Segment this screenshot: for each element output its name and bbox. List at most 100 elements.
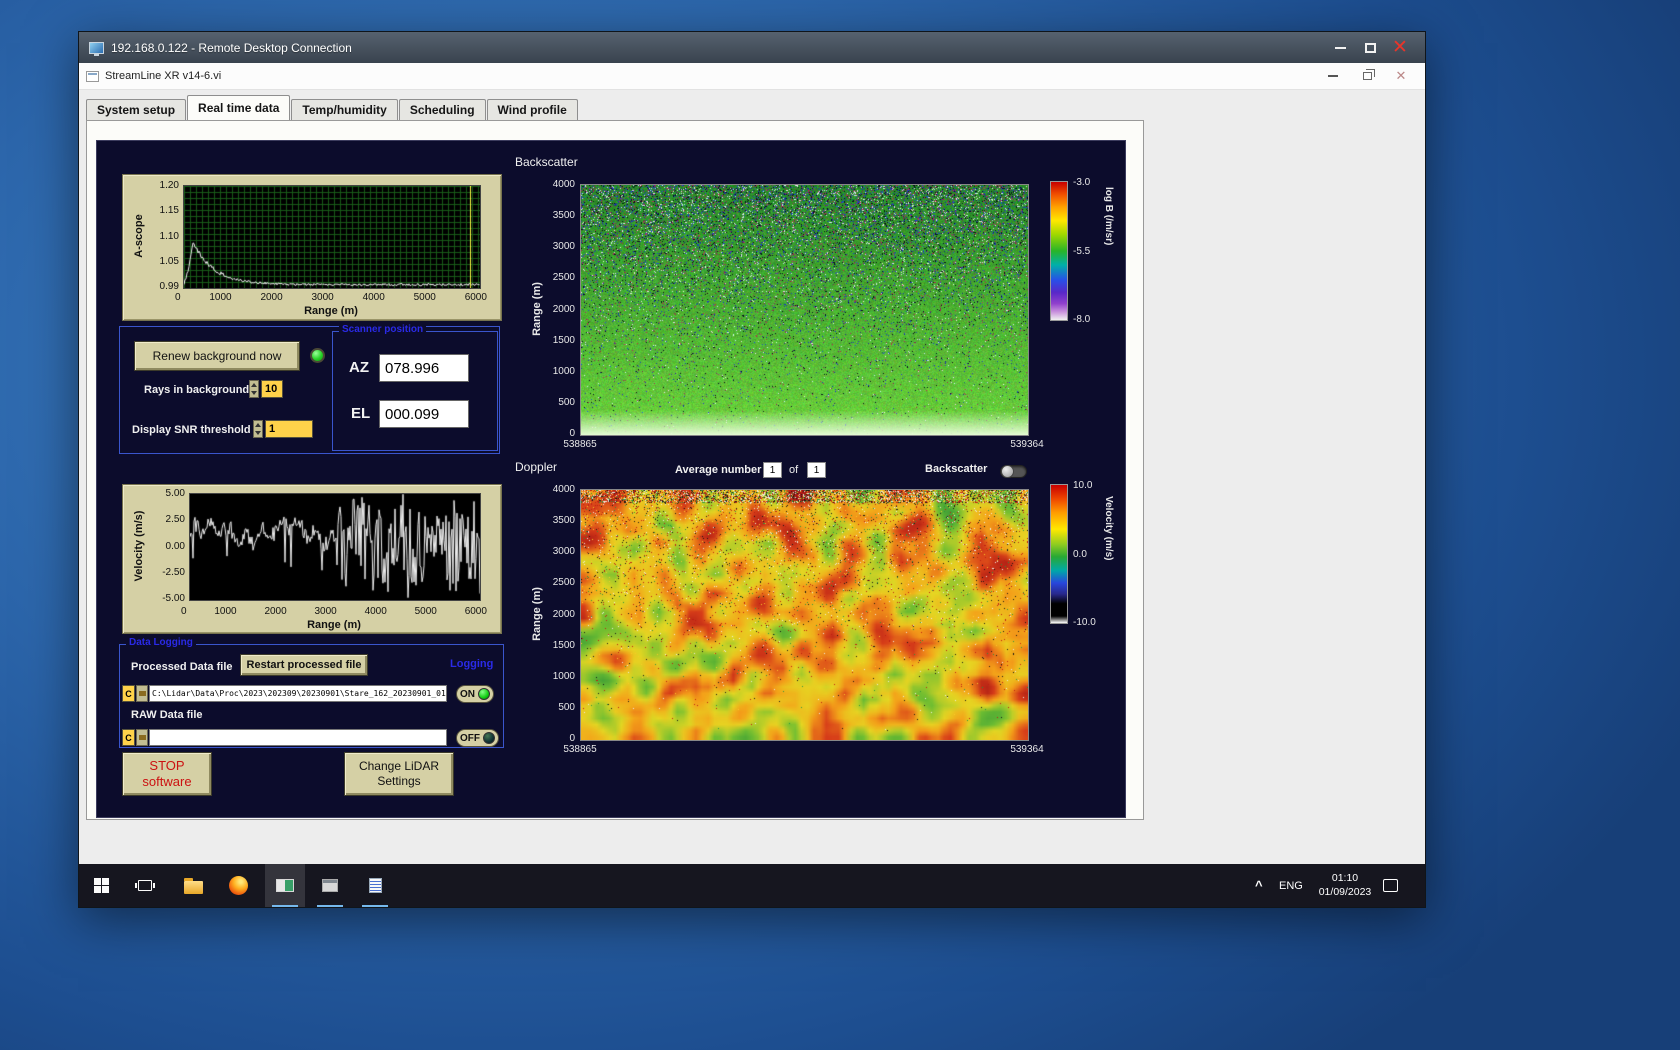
document-app-button[interactable] [355, 864, 395, 907]
clock-date: 01/09/2023 [1319, 886, 1372, 900]
tick-label: 2000 [553, 304, 575, 315]
average-of-label: of [789, 464, 798, 476]
doppler-backscatter-toggle-label: Backscatter [925, 463, 987, 475]
az-label: AZ [349, 359, 369, 376]
app-minimize-button[interactable] [1316, 63, 1350, 89]
processed-toggle-label: ON [460, 689, 475, 700]
hidden-icons-button[interactable] [1255, 864, 1263, 907]
rdp-title: 192.168.0.122 - Remote Desktop Connectio… [111, 41, 352, 55]
raw-logging-toggle[interactable]: OFF [456, 729, 499, 747]
rdp-minimize-button[interactable] [1325, 37, 1355, 59]
rays-in-background-label: Rays in background [144, 384, 249, 396]
change-lidar-settings-button[interactable]: Change LiDAR Settings [344, 752, 454, 796]
folder-icon [139, 735, 146, 740]
tick-label: 5000 [415, 606, 437, 617]
scan-scheduler-button[interactable] [310, 864, 350, 907]
tick-label: -3.0 [1073, 177, 1090, 188]
raw-path-field[interactable] [149, 729, 447, 746]
start-button[interactable] [81, 864, 121, 907]
tab-scheduling[interactable]: Scheduling [399, 99, 486, 120]
rdp-maximize-button[interactable] [1355, 37, 1385, 59]
restart-processed-file-button[interactable]: Restart processed file [240, 654, 368, 676]
tab-real-time-data[interactable]: Real time data [187, 95, 290, 120]
snr-spinner[interactable] [253, 420, 263, 438]
tick-label: 500 [558, 702, 575, 713]
az-value-field[interactable]: 078.996 [379, 354, 469, 382]
tick-label: 4000 [365, 606, 387, 617]
tick-label: 1.10 [160, 231, 179, 242]
switch-knob-icon [1001, 465, 1014, 478]
file-explorer-button[interactable] [173, 864, 213, 907]
backscatter-y-ticks: 40003500300025002000150010005000 [543, 179, 575, 439]
firefox-button[interactable] [218, 864, 258, 907]
doppler-x-end: 539364 [1010, 744, 1043, 755]
stop-software-button[interactable]: STOP software [122, 752, 212, 796]
velocity-y-axis-label: Velocity (m/s) [133, 511, 145, 582]
clock-time: 01:10 [1332, 872, 1358, 886]
tick-label: 0.0 [1073, 549, 1087, 560]
app-title: StreamLine XR v14-6.vi [105, 70, 221, 82]
tab-wind-profile[interactable]: Wind profile [487, 99, 578, 120]
el-value-field[interactable]: 000.099 [379, 400, 469, 428]
doppler-y-ticks: 40003500300025002000150010005000 [543, 484, 575, 744]
task-view-button[interactable] [125, 864, 165, 907]
snr-value-field[interactable]: 1 [265, 420, 313, 438]
stop-button-line1: STOP [149, 758, 184, 774]
task-view-icon [138, 880, 152, 891]
raw-drive-box[interactable]: C [122, 729, 135, 746]
processed-logging-toggle[interactable]: ON [456, 685, 494, 703]
tick-label: -8.0 [1073, 314, 1090, 325]
processed-path-field[interactable]: C:\Lidar\Data\Proc\2023\202309\20230901\… [149, 685, 447, 702]
tick-label: 1500 [553, 640, 575, 651]
backscatter-x-ticks: 538865 539364 [580, 439, 1027, 450]
tick-label: -2.50 [162, 567, 185, 578]
tab-system-setup[interactable]: System setup [86, 99, 186, 120]
desktop-background: 192.168.0.122 - Remote Desktop Connectio… [0, 0, 1680, 1050]
renew-background-button[interactable]: Renew background now [134, 341, 300, 371]
tick-label: 3000 [315, 606, 337, 617]
rdp-window-controls [1325, 37, 1415, 59]
logging-label: Logging [450, 658, 493, 670]
change-button-line2: Settings [377, 774, 420, 789]
tick-label: 4000 [363, 292, 385, 303]
raw-browse-button[interactable] [136, 729, 148, 746]
tick-label: 4000 [553, 179, 575, 190]
processed-browse-button[interactable] [136, 685, 148, 702]
raw-toggle-led [483, 732, 495, 744]
backscatter-x-start: 538865 [563, 439, 596, 450]
language-indicator[interactable]: ENG [1279, 864, 1303, 907]
backscatter-y-axis-label: Range (m) [531, 282, 543, 336]
action-center-icon[interactable] [1383, 879, 1398, 892]
snr-threshold-label: Display SNR threshold [132, 424, 251, 436]
average-number-field[interactable]: 1 [763, 462, 782, 478]
streamline-app-button[interactable] [265, 864, 305, 907]
app-close-button[interactable] [1384, 63, 1418, 89]
tick-label: 0 [175, 292, 181, 303]
tick-label: 4000 [553, 484, 575, 495]
tick-label: 2.50 [166, 514, 185, 525]
tick-label: 0 [569, 733, 575, 744]
processed-data-file-label: Processed Data file [131, 661, 233, 673]
app-titlebar[interactable]: StreamLine XR v14-6.vi [79, 63, 1425, 90]
processed-drive-box[interactable]: C [122, 685, 135, 702]
rdp-close-button[interactable] [1385, 37, 1415, 59]
velocity-y-ticks: 5.002.500.00-2.50-5.00 [153, 488, 185, 604]
rays-spinner[interactable] [249, 380, 259, 398]
taskbar-clock[interactable]: 01:10 01/09/2023 [1307, 864, 1383, 907]
minimize-icon [1335, 47, 1346, 49]
processed-toggle-led [478, 688, 490, 700]
ascope-x-ticks: 0100020003000400050006000 [175, 292, 487, 303]
app-window: StreamLine XR v14-6.vi System setup Real… [79, 63, 1425, 864]
average-total-field[interactable]: 1 [807, 462, 826, 478]
doppler-backscatter-switch[interactable] [1000, 465, 1027, 478]
rdp-titlebar[interactable]: 192.168.0.122 - Remote Desktop Connectio… [79, 32, 1425, 63]
app-window-icon [276, 879, 294, 892]
tick-label: 1000 [553, 366, 575, 377]
velocity-x-ticks: 0100020003000400050006000 [181, 606, 487, 617]
tick-label: 0.99 [160, 281, 179, 292]
real-time-data-page: A-scope 1.201.151.101.050.99 01000200030… [86, 120, 1144, 820]
tab-temp-humidity[interactable]: Temp/humidity [291, 99, 397, 120]
tick-label: 1.05 [160, 256, 179, 267]
app-restore-button[interactable] [1350, 63, 1384, 89]
rays-value-field[interactable]: 10 [261, 380, 283, 398]
